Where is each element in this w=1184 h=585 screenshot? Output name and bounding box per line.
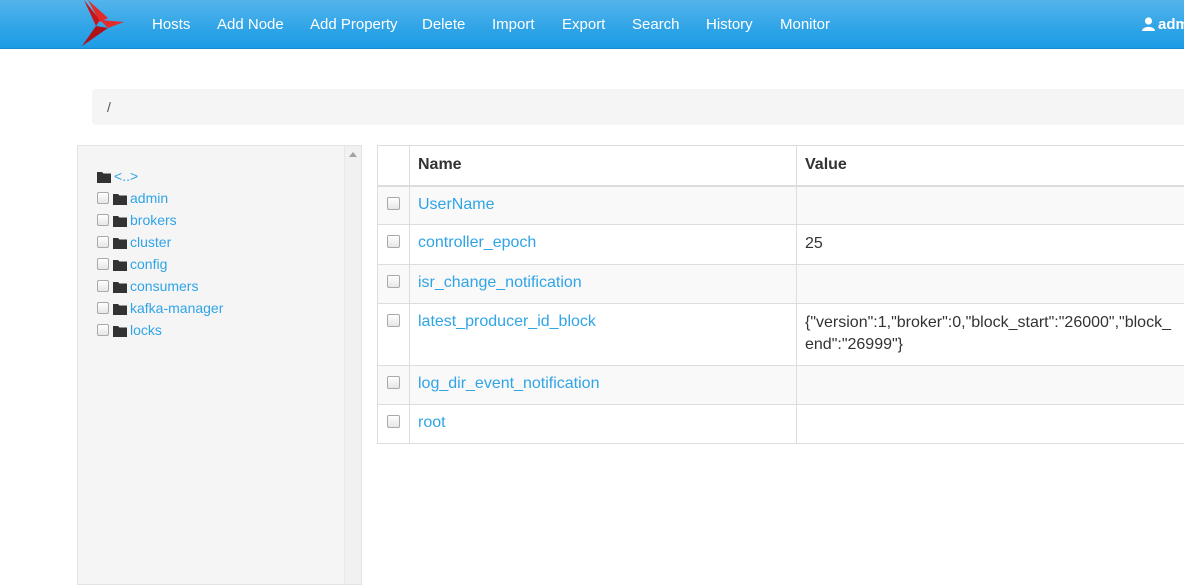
tree-item-parent[interactable]: <..> (97, 165, 138, 187)
row-select-cell (378, 186, 410, 225)
tree-item-config[interactable]: config (97, 253, 167, 275)
tree-item-checkbox[interactable] (97, 258, 109, 270)
nav-import[interactable]: Import (492, 0, 535, 49)
property-name-link[interactable]: log_dir_event_notification (418, 375, 599, 392)
table-row: UserName (378, 186, 1184, 225)
folder-icon (113, 215, 127, 227)
property-value-cell: 25 (797, 225, 1184, 265)
tree-item-link[interactable]: admin (130, 190, 168, 206)
property-name-cell: UserName (410, 186, 797, 225)
tree-item-checkbox[interactable] (97, 302, 109, 314)
tree-item-link[interactable]: brokers (130, 212, 177, 228)
tree-item-checkbox[interactable] (97, 324, 109, 336)
property-name-link[interactable]: controller_epoch (418, 234, 536, 251)
property-value-cell (797, 405, 1184, 444)
property-name-cell: latest_producer_id_block (410, 304, 797, 366)
tree-item-brokers[interactable]: brokers (97, 209, 177, 231)
properties-table: Name Value UserName controller_epoch 25 … (377, 145, 1184, 444)
row-select-cell (378, 405, 410, 444)
top-navbar: Hosts Add Node Add Property Delete Impor… (0, 0, 1184, 49)
tree-item-checkbox[interactable] (97, 192, 109, 204)
property-name-cell: root (410, 405, 797, 444)
property-name-link[interactable]: isr_change_notification (418, 274, 582, 291)
row-checkbox[interactable] (387, 376, 400, 389)
nav-search[interactable]: Search (632, 0, 680, 49)
table-row: isr_change_notification (378, 265, 1184, 304)
folder-icon (97, 171, 111, 183)
nav-history[interactable]: History (706, 0, 753, 49)
property-name-cell: log_dir_event_notification (410, 366, 797, 405)
tree-item-link[interactable]: config (130, 256, 167, 272)
tree-item-admin[interactable]: admin (97, 187, 168, 209)
property-value-cell (797, 366, 1184, 405)
tree-item-checkbox[interactable] (97, 214, 109, 226)
folder-icon (113, 237, 127, 249)
tree-item-link[interactable]: locks (130, 322, 162, 338)
folder-icon (113, 303, 127, 315)
tree-item-kafka-manager[interactable]: kafka-manager (97, 297, 223, 319)
nav-export[interactable]: Export (562, 0, 605, 49)
select-column-header (378, 146, 410, 186)
row-select-cell (378, 225, 410, 265)
folder-icon (113, 281, 127, 293)
property-value-cell (797, 186, 1184, 225)
nav-monitor[interactable]: Monitor (780, 0, 830, 49)
property-name-link[interactable]: UserName (418, 196, 494, 213)
table-header-row: Name Value (378, 146, 1184, 186)
user-name: adm (1158, 16, 1184, 33)
bird-logo-icon[interactable] (78, 0, 126, 47)
property-name-cell: isr_change_notification (410, 265, 797, 304)
breadcrumb: / (92, 89, 1184, 125)
tree-item-consumers[interactable]: consumers (97, 275, 198, 297)
user-menu[interactable]: adm (1142, 0, 1184, 49)
nav-hosts[interactable]: Hosts (152, 0, 190, 49)
folder-icon (113, 259, 127, 271)
folder-icon (113, 325, 127, 337)
tree-scrollbar[interactable] (344, 146, 361, 584)
table-row: controller_epoch 25 (378, 225, 1184, 265)
row-checkbox[interactable] (387, 275, 400, 288)
tree-item-parent-link[interactable]: <..> (114, 168, 138, 184)
table-row: root (378, 405, 1184, 444)
row-select-cell (378, 366, 410, 405)
tree-item-link[interactable]: kafka-manager (130, 300, 223, 316)
tree-item-checkbox[interactable] (97, 236, 109, 248)
user-icon (1142, 17, 1155, 31)
row-select-cell (378, 265, 410, 304)
tree-item-cluster[interactable]: cluster (97, 231, 171, 253)
tree-item-link[interactable]: cluster (130, 234, 171, 250)
nav-add-property[interactable]: Add Property (310, 0, 398, 49)
tree-item-checkbox[interactable] (97, 280, 109, 292)
row-checkbox[interactable] (387, 197, 400, 210)
row-select-cell (378, 304, 410, 366)
row-checkbox[interactable] (387, 235, 400, 248)
row-checkbox[interactable] (387, 314, 400, 327)
row-checkbox[interactable] (387, 415, 400, 428)
tree-item-locks[interactable]: locks (97, 319, 162, 341)
property-name-link[interactable]: latest_producer_id_block (418, 313, 596, 330)
breadcrumb-path: / (107, 99, 111, 115)
scroll-up-arrow-icon[interactable] (349, 152, 357, 157)
nav-delete[interactable]: Delete (422, 0, 465, 49)
node-tree-panel: <..> admin brokers cluster config consum… (77, 145, 362, 585)
property-name-link[interactable]: root (418, 414, 446, 431)
property-value-cell (797, 265, 1184, 304)
name-column-header: Name (410, 146, 797, 186)
nav-add-node[interactable]: Add Node (217, 0, 284, 49)
property-value-cell: {"version":1,"broker":0,"block_start":"2… (797, 304, 1184, 366)
tree-item-link[interactable]: consumers (130, 278, 198, 294)
folder-icon (113, 193, 127, 205)
table-row: latest_producer_id_block {"version":1,"b… (378, 304, 1184, 366)
table-row: log_dir_event_notification (378, 366, 1184, 405)
property-name-cell: controller_epoch (410, 225, 797, 265)
value-column-header: Value (797, 146, 1184, 186)
